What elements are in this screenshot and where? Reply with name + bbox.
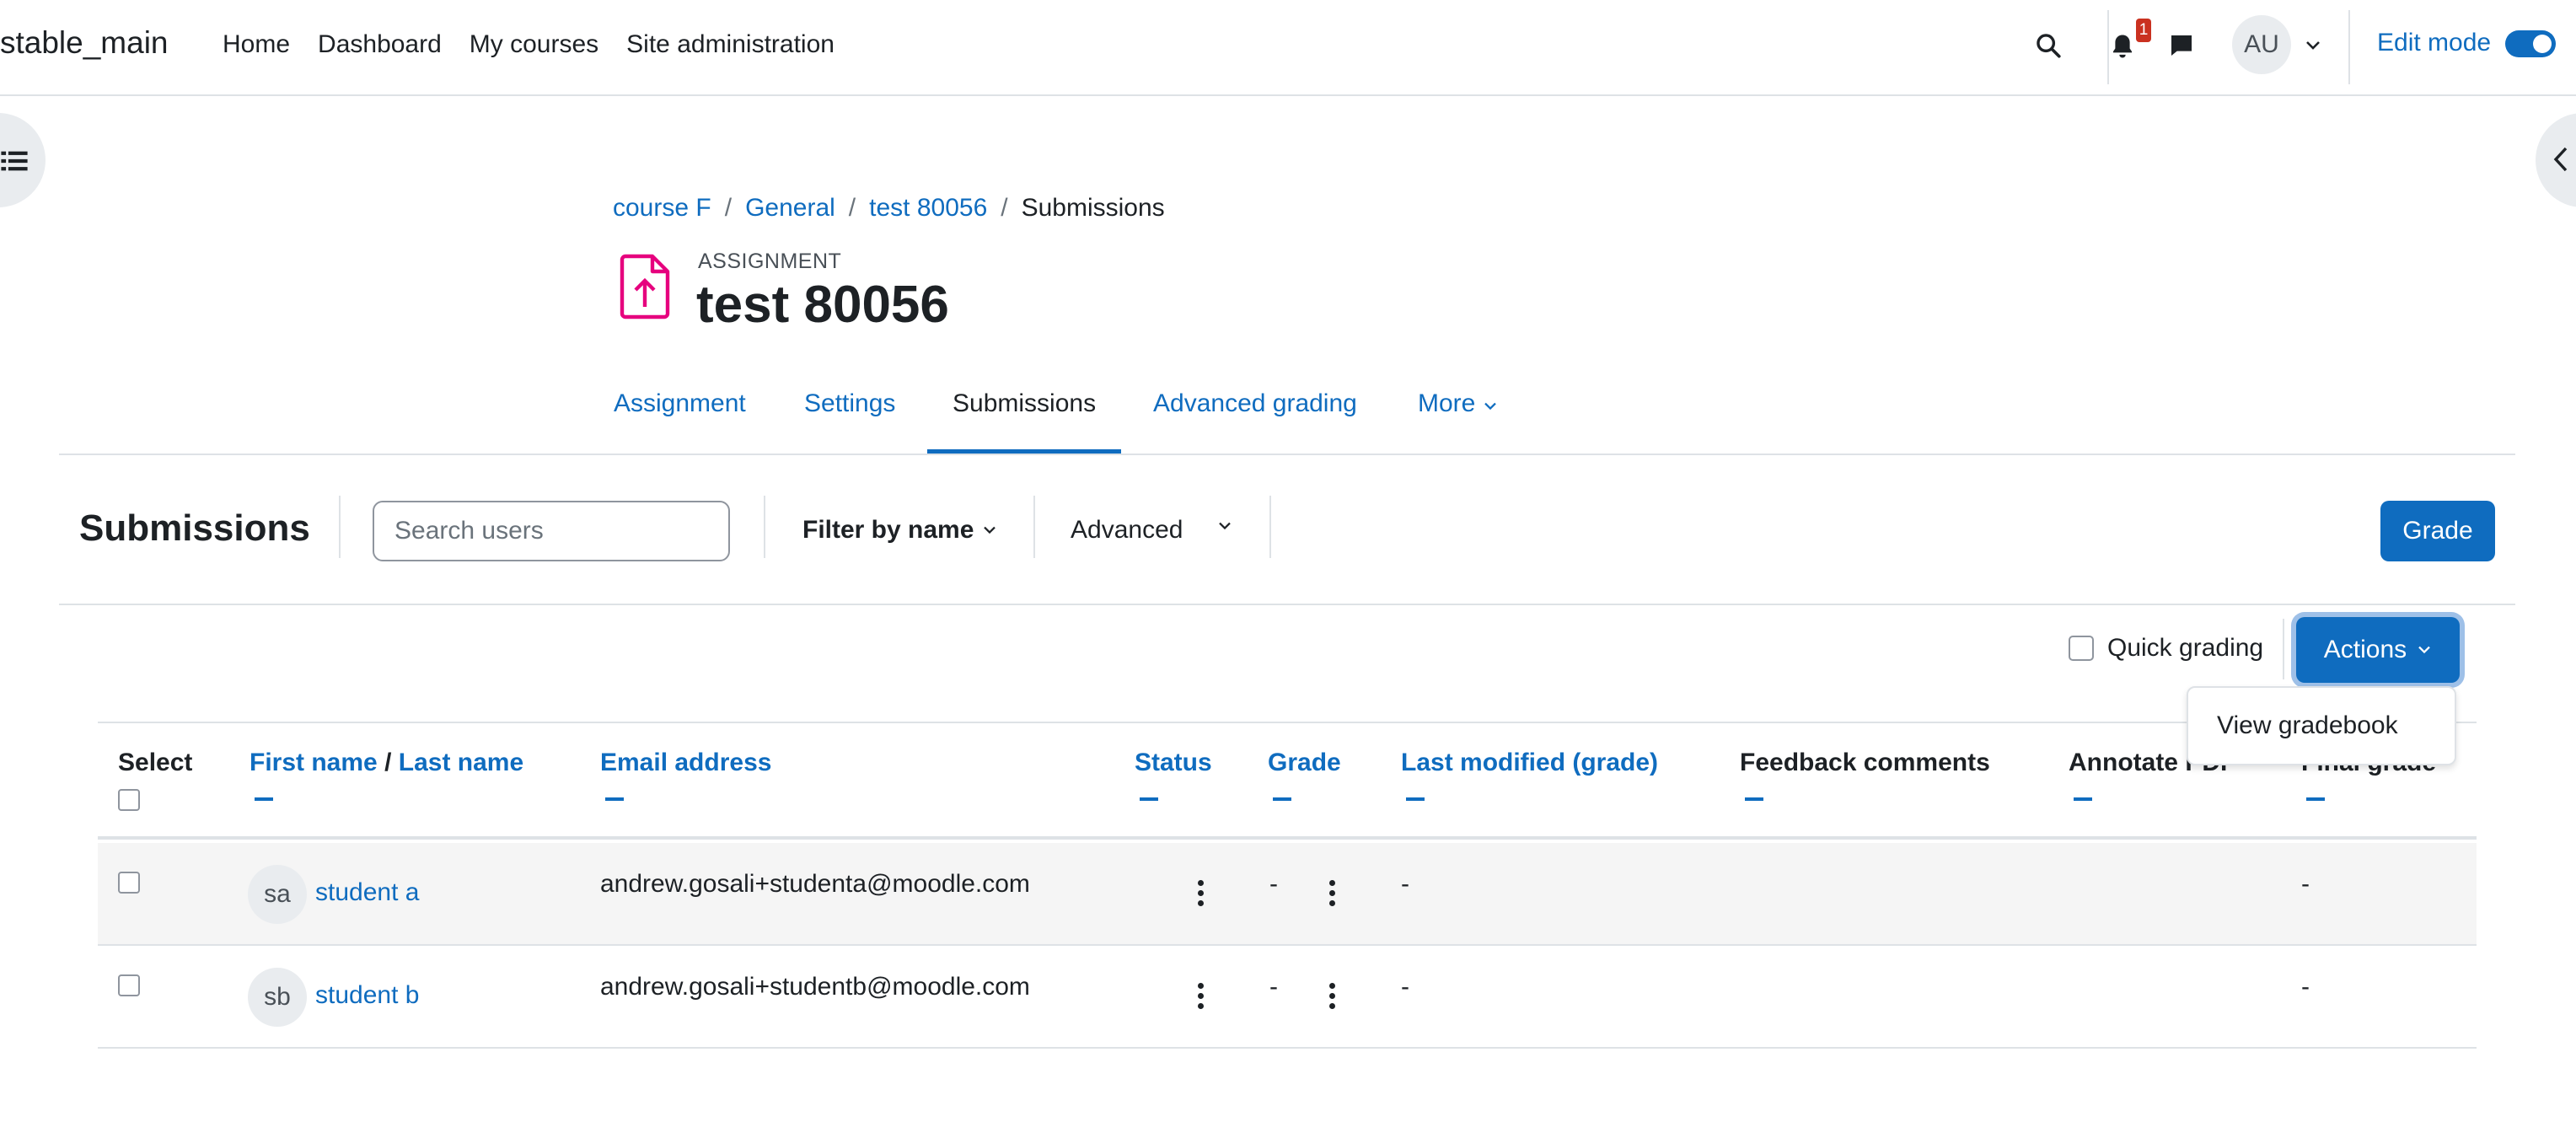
tab-submissions[interactable]: Submissions <box>927 389 1122 454</box>
header-feedback-comments: Feedback comments <box>1740 749 1990 776</box>
assignment-upload-icon <box>617 253 674 320</box>
table-header: Select First name / Last name Email addr… <box>98 722 2477 840</box>
user-avatar[interactable]: AU <box>2232 15 2291 74</box>
collapse-column-icon[interactable] <box>1745 797 1763 801</box>
grade-cell: - <box>1269 973 1278 1001</box>
grade-cell: - <box>1269 870 1278 898</box>
chevron-down-icon <box>1219 522 1231 530</box>
nav-divider <box>2348 10 2350 84</box>
actions-button-label: Actions <box>2323 636 2407 663</box>
tab-more[interactable]: More <box>1418 389 1498 454</box>
message-icon[interactable] <box>2163 27 2200 64</box>
breadcrumb-course[interactable]: course F <box>613 194 711 223</box>
view-gradebook-item[interactable]: View gradebook <box>2217 711 2398 740</box>
row-select-checkbox[interactable] <box>118 872 140 894</box>
divider <box>764 496 765 558</box>
advanced-filter-dropdown[interactable]: Advanced <box>1071 516 1183 545</box>
collapse-column-icon[interactable] <box>1406 797 1425 801</box>
student-name-link[interactable]: student b <box>315 981 419 1010</box>
tab-more-label: More <box>1418 389 1476 417</box>
quick-grading-label[interactable]: Quick grading <box>2107 634 2263 663</box>
last-modified-cell: - <box>1401 870 1409 898</box>
table-row: sa student a andrew.gosali+studenta@mood… <box>98 843 2477 946</box>
edit-mode-toggle[interactable] <box>2505 30 2556 57</box>
grade-menu-icon[interactable] <box>1323 980 1340 1013</box>
secondary-navigation: Assignment Settings Submissions Advanced… <box>59 371 2515 455</box>
final-grade-cell: - <box>2301 973 2310 1001</box>
collapse-column-icon[interactable] <box>2074 797 2092 801</box>
search-icon[interactable] <box>2030 27 2067 64</box>
top-navbar: stable_main Home Dashboard My courses Si… <box>0 0 2576 96</box>
last-modified-cell: - <box>1401 973 1409 1001</box>
collapse-column-icon[interactable] <box>255 797 273 801</box>
status-menu-icon[interactable] <box>1192 980 1209 1013</box>
breadcrumb-separator: / <box>724 194 733 222</box>
status-menu-icon[interactable] <box>1192 877 1209 910</box>
submissions-action-bar: Submissions Filter by name Advanced Grad… <box>59 472 2515 605</box>
divider <box>1269 496 1271 558</box>
breadcrumb-separator: / <box>848 194 856 222</box>
grade-menu-icon[interactable] <box>1323 877 1340 910</box>
filter-by-name-dropdown[interactable]: Filter by name <box>802 516 997 545</box>
breadcrumb-current: Submissions <box>1021 194 1165 222</box>
header-last-name[interactable]: Last name <box>399 749 523 776</box>
tab-advanced-grading[interactable]: Advanced grading <box>1153 389 1357 454</box>
section-title: Submissions <box>79 507 310 549</box>
tab-settings[interactable]: Settings <box>804 389 895 454</box>
header-grade[interactable]: Grade <box>1268 749 1341 776</box>
avatar: sb <box>248 968 307 1027</box>
collapse-column-icon[interactable] <box>1140 797 1158 801</box>
site-name[interactable]: stable_main <box>0 25 169 61</box>
collapse-column-icon[interactable] <box>1273 797 1291 801</box>
final-grade-cell: - <box>2301 870 2310 898</box>
collapse-column-icon[interactable] <box>605 797 624 801</box>
divider <box>339 496 341 558</box>
header-name-separator: / <box>384 749 392 776</box>
chevron-down-icon <box>2418 646 2430 654</box>
actions-dropdown-menu: View gradebook <box>2187 686 2456 765</box>
avatar: sa <box>248 865 307 924</box>
student-name-link[interactable]: student a <box>315 878 419 907</box>
breadcrumb-activity[interactable]: test 80056 <box>869 194 987 223</box>
primary-navigation: Home Dashboard My courses Site administr… <box>223 30 835 59</box>
list-icon <box>1 151 28 171</box>
header-select: Select <box>118 749 193 776</box>
edit-mode-label: Edit mode <box>2377 29 2492 56</box>
table-row: sb student b andrew.gosali+studentb@mood… <box>98 946 2477 1049</box>
header-email[interactable]: Email address <box>600 749 771 776</box>
breadcrumb: course F / General / test 80056 / Submis… <box>613 194 1165 223</box>
nav-site-administration[interactable]: Site administration <box>626 30 835 59</box>
nav-my-courses[interactable]: My courses <box>470 30 598 59</box>
divider <box>2283 619 2284 679</box>
breadcrumb-section[interactable]: General <box>745 194 835 223</box>
grade-button[interactable]: Grade <box>2380 501 2495 561</box>
tab-assignment[interactable]: Assignment <box>614 389 746 454</box>
collapse-column-icon[interactable] <box>2306 797 2325 801</box>
course-index-toggle[interactable] <box>0 113 46 207</box>
email-cell: andrew.gosali+studenta@moodle.com <box>600 870 1030 898</box>
divider <box>1033 496 1035 558</box>
block-drawer-toggle[interactable] <box>2536 113 2576 207</box>
actions-button[interactable]: Actions <box>2296 617 2460 683</box>
notification-badge: 1 <box>2136 19 2151 42</box>
header-status[interactable]: Status <box>1135 749 1212 776</box>
select-all-checkbox[interactable] <box>118 789 140 811</box>
breadcrumb-separator: / <box>1001 194 1008 222</box>
header-first-name[interactable]: First name <box>250 749 378 776</box>
header-last-modified[interactable]: Last modified (grade) <box>1401 749 1658 776</box>
chevron-down-icon <box>984 526 996 534</box>
row-select-checkbox[interactable] <box>118 974 140 996</box>
email-cell: andrew.gosali+studentb@moodle.com <box>600 973 1030 1001</box>
chevron-down-icon[interactable] <box>2294 27 2332 64</box>
chevron-down-icon <box>1484 402 1496 411</box>
nav-dashboard[interactable]: Dashboard <box>318 30 442 59</box>
quick-grading-checkbox[interactable] <box>2069 636 2094 661</box>
search-users-input[interactable] <box>373 501 730 561</box>
module-type-label: ASSIGNMENT <box>698 250 842 273</box>
chevron-left-icon <box>2553 147 2568 172</box>
nav-home[interactable]: Home <box>223 30 290 59</box>
filter-by-name-label: Filter by name <box>802 516 974 544</box>
page-title: test 80056 <box>696 276 949 334</box>
